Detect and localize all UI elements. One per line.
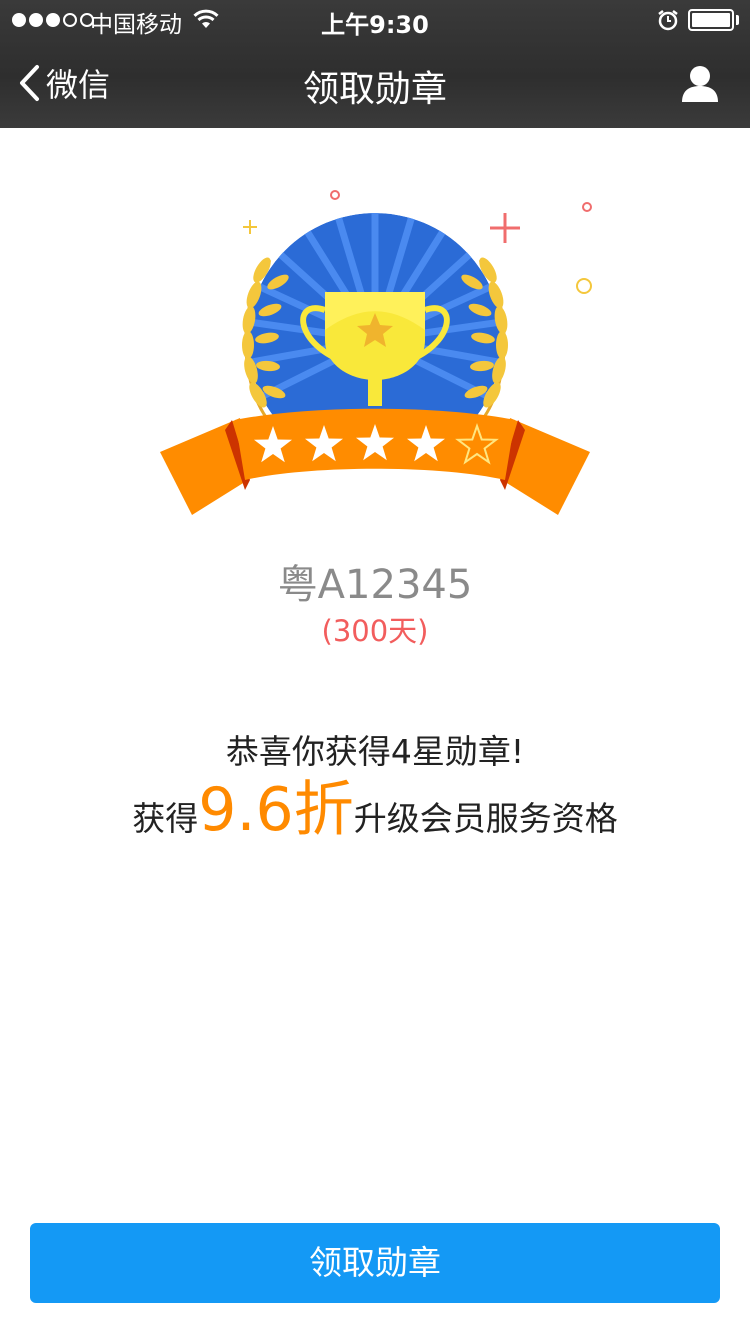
nav-bar: 微信 领取勋章 xyxy=(0,40,750,128)
congrats-message: 恭喜你获得4星勋章! xyxy=(225,732,525,771)
user-icon[interactable] xyxy=(680,64,720,104)
discount-message: 获得9.6折升级会员服务资格 xyxy=(0,780,750,840)
claim-medal-button[interactable]: 领取勋章 xyxy=(30,1223,720,1303)
battery-icon xyxy=(688,9,734,31)
discount-value: 9.6折 xyxy=(198,775,354,845)
days-count: (300天) xyxy=(321,614,429,648)
status-bar: 中国移动 上午9:30 xyxy=(0,0,750,40)
medal-badge-illustration xyxy=(160,190,592,515)
status-time: 上午9:30 xyxy=(321,11,429,39)
page-title: 领取勋章 xyxy=(302,69,447,110)
battery-tip xyxy=(736,15,739,25)
discount-suffix: 升级会员服务资格 xyxy=(353,799,618,838)
license-plate: 粤A12345 xyxy=(277,562,473,608)
top-header: 中国移动 上午9:30 微信 领取勋章 xyxy=(0,0,750,128)
alarm-icon xyxy=(658,10,678,31)
discount-prefix: 获得 xyxy=(132,799,199,838)
